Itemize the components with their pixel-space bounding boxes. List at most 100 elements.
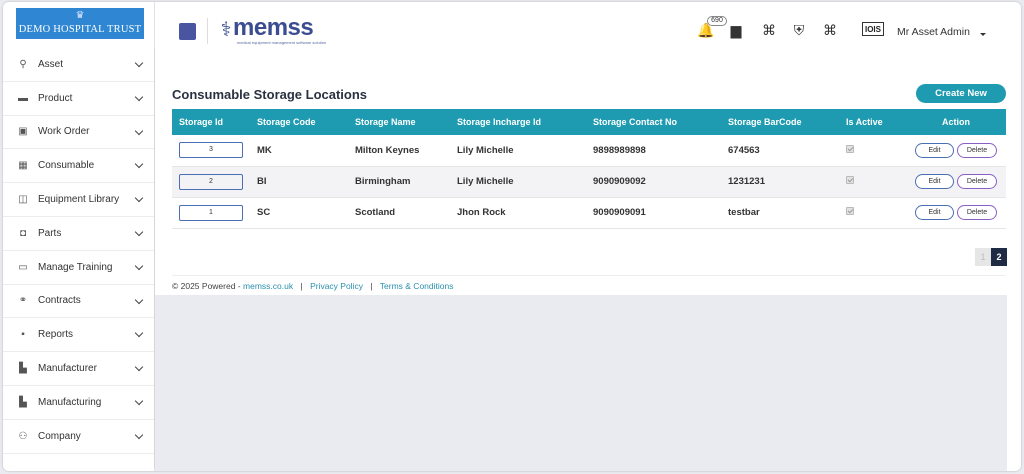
page-button[interactable]: 1: [975, 248, 991, 266]
work-order-icon: ▣: [18, 126, 28, 138]
table-row: 2 BI Birmingham Lily Michelle 9090909092…: [172, 166, 1006, 198]
note-icon[interactable]: ▆: [728, 22, 744, 38]
sidebar-item-label: Reports: [38, 329, 74, 341]
user-avatar[interactable]: IOIS: [862, 22, 884, 36]
sidebar-item-label: Manage Training: [38, 261, 113, 273]
storage-contact: 9090909091: [586, 197, 721, 229]
storage-table: Storage Id Storage Code Storage Name Sto…: [172, 109, 1006, 229]
delete-button[interactable]: Delete: [957, 142, 997, 158]
terms-link[interactable]: Terms & Conditions: [380, 281, 454, 291]
storage-incharge: Jhon Rock: [450, 197, 586, 229]
column-header[interactable]: Storage Name: [348, 109, 450, 135]
brand-name: memss: [233, 14, 314, 41]
reports-icon: ▪: [21, 329, 25, 341]
storage-name: Milton Keynes: [348, 135, 450, 167]
column-header[interactable]: Storage BarCode: [721, 109, 839, 135]
app-icon-one[interactable]: ⌘: [761, 22, 777, 38]
powered-link[interactable]: memss.co.uk: [243, 281, 293, 291]
sidebar-item-product[interactable]: ▬ Product: [3, 82, 154, 116]
sidebar-item-contracts[interactable]: ⚭ Contracts: [3, 285, 154, 319]
edit-button[interactable]: Edit: [915, 142, 954, 158]
sidebar-item-consumable[interactable]: ▦ Consumable: [3, 149, 154, 184]
contracts-icon: ⚭: [18, 295, 28, 307]
storage-name: Birmingham: [348, 166, 450, 198]
chevron-down-icon: [134, 58, 144, 68]
sidebar-item-equipment-library[interactable]: ◫ Equipment Library: [3, 183, 154, 217]
delete-button[interactable]: Delete: [957, 205, 997, 220]
sidebar-item-manufacturing[interactable]: ▙ Manufacturing: [3, 386, 154, 420]
top-header: ⚕ memss medical equipment management sof…: [155, 2, 1021, 64]
column-header[interactable]: Storage Code: [250, 109, 348, 135]
chevron-down-icon: [134, 227, 144, 237]
delete-button[interactable]: Delete: [957, 174, 997, 189]
storage-id-field[interactable]: 1: [179, 204, 243, 221]
storage-id-field[interactable]: 2: [179, 173, 243, 190]
sidebar-item-reports[interactable]: ▪ Reports: [3, 318, 154, 353]
page-scrollbar[interactable]: [1007, 64, 1021, 471]
app-icon-two[interactable]: ⌘: [822, 22, 838, 38]
sidebar-item-parts[interactable]: ◘ Parts: [3, 217, 154, 251]
copyright-text: © 2025 Powered -: [172, 281, 241, 291]
asset-icon: ⚲: [19, 58, 27, 70]
sidebar-item-manufacturer[interactable]: ▙ Manufacturer: [3, 352, 154, 386]
storage-name: Scotland: [348, 197, 450, 229]
header-divider: [207, 18, 208, 44]
notification-badge: 690: [707, 16, 727, 26]
sidebar-item-manage-training[interactable]: ▭ Manage Training: [3, 251, 154, 285]
company-icon: ⚇: [18, 430, 28, 442]
page-button-active[interactable]: 2: [991, 248, 1007, 266]
table-row: 1 SC Scotland Jhon Rock 9090909091 testb…: [172, 197, 1006, 229]
app-window: ♛ DEMO HOSPITAL TRUST ⚲ Asset ▬ Product …: [3, 2, 1021, 471]
is-active-checkbox[interactable]: [846, 144, 854, 153]
footer: © 2025 Powered - memss.co.uk | Privacy P…: [172, 275, 1006, 291]
privacy-link[interactable]: Privacy Policy: [310, 281, 363, 291]
chevron-down-icon: [134, 329, 144, 338]
sidebar-item-label: Contracts: [38, 295, 81, 307]
edit-button[interactable]: Edit: [915, 205, 954, 220]
storage-incharge: Lily Michelle: [450, 166, 586, 198]
storage-contact: 9898989898: [586, 135, 721, 167]
storage-code: MK: [250, 135, 348, 167]
brand-logo[interactable]: ⚕ memss medical equipment management sof…: [217, 14, 327, 48]
sidebar-item-label: Manufacturer: [38, 363, 97, 375]
storage-barcode: 674563: [721, 135, 839, 167]
table-row: 3 MK Milton Keynes Lily Michelle 9898989…: [172, 135, 1006, 167]
hospital-logo[interactable]: ♛ DEMO HOSPITAL TRUST: [16, 8, 144, 39]
crest-icon: ♛: [75, 10, 85, 21]
user-name[interactable]: Mr Asset Admin: [897, 26, 970, 38]
storage-id-field[interactable]: 3: [179, 142, 243, 159]
is-active-checkbox[interactable]: [846, 176, 854, 184]
chevron-down-icon: [134, 261, 144, 271]
column-header[interactable]: Storage Contact No: [586, 109, 721, 135]
sidebar-item-label: Work Order: [38, 126, 90, 138]
shield-icon[interactable]: ⛨: [791, 22, 807, 38]
sidebar-item-label: Parts: [38, 227, 62, 239]
manufacturer-icon: ▙: [19, 363, 27, 375]
is-active-checkbox[interactable]: [846, 207, 854, 215]
sidebar-item-label: Consumable: [38, 160, 95, 172]
brand-tagline: medical equipment management software so…: [237, 40, 327, 45]
column-header[interactable]: Storage Id: [172, 109, 250, 135]
sidebar-item-label: Product: [38, 92, 73, 104]
equipment-library-icon: ◫: [18, 194, 28, 206]
sidebar-item-label: Company: [38, 430, 81, 442]
sidebar-item-company[interactable]: ⚇ Company: [3, 420, 154, 454]
storage-barcode: testbar: [721, 197, 839, 229]
column-header: Action: [906, 109, 1006, 135]
menu-toggle-button[interactable]: [179, 23, 196, 40]
hospital-name: DEMO HOSPITAL TRUST: [18, 24, 142, 35]
footer-separator: |: [300, 281, 303, 291]
column-header[interactable]: Storage Incharge Id: [450, 109, 586, 135]
caret-down-icon[interactable]: [980, 33, 986, 36]
sidebar-item-work-order[interactable]: ▣ Work Order: [3, 116, 154, 150]
storage-barcode: 1231231: [721, 166, 839, 198]
create-new-button[interactable]: Create New: [916, 84, 1006, 103]
column-header[interactable]: Is Active: [839, 109, 906, 135]
sidebar-item-asset[interactable]: ⚲ Asset: [3, 48, 154, 82]
chevron-down-icon: [134, 92, 144, 102]
edit-button[interactable]: Edit: [915, 174, 954, 189]
storage-incharge: Lily Michelle: [450, 135, 586, 167]
consumable-icon: ▦: [18, 160, 28, 172]
training-icon: ▭: [18, 261, 28, 273]
footer-separator: |: [370, 281, 373, 291]
